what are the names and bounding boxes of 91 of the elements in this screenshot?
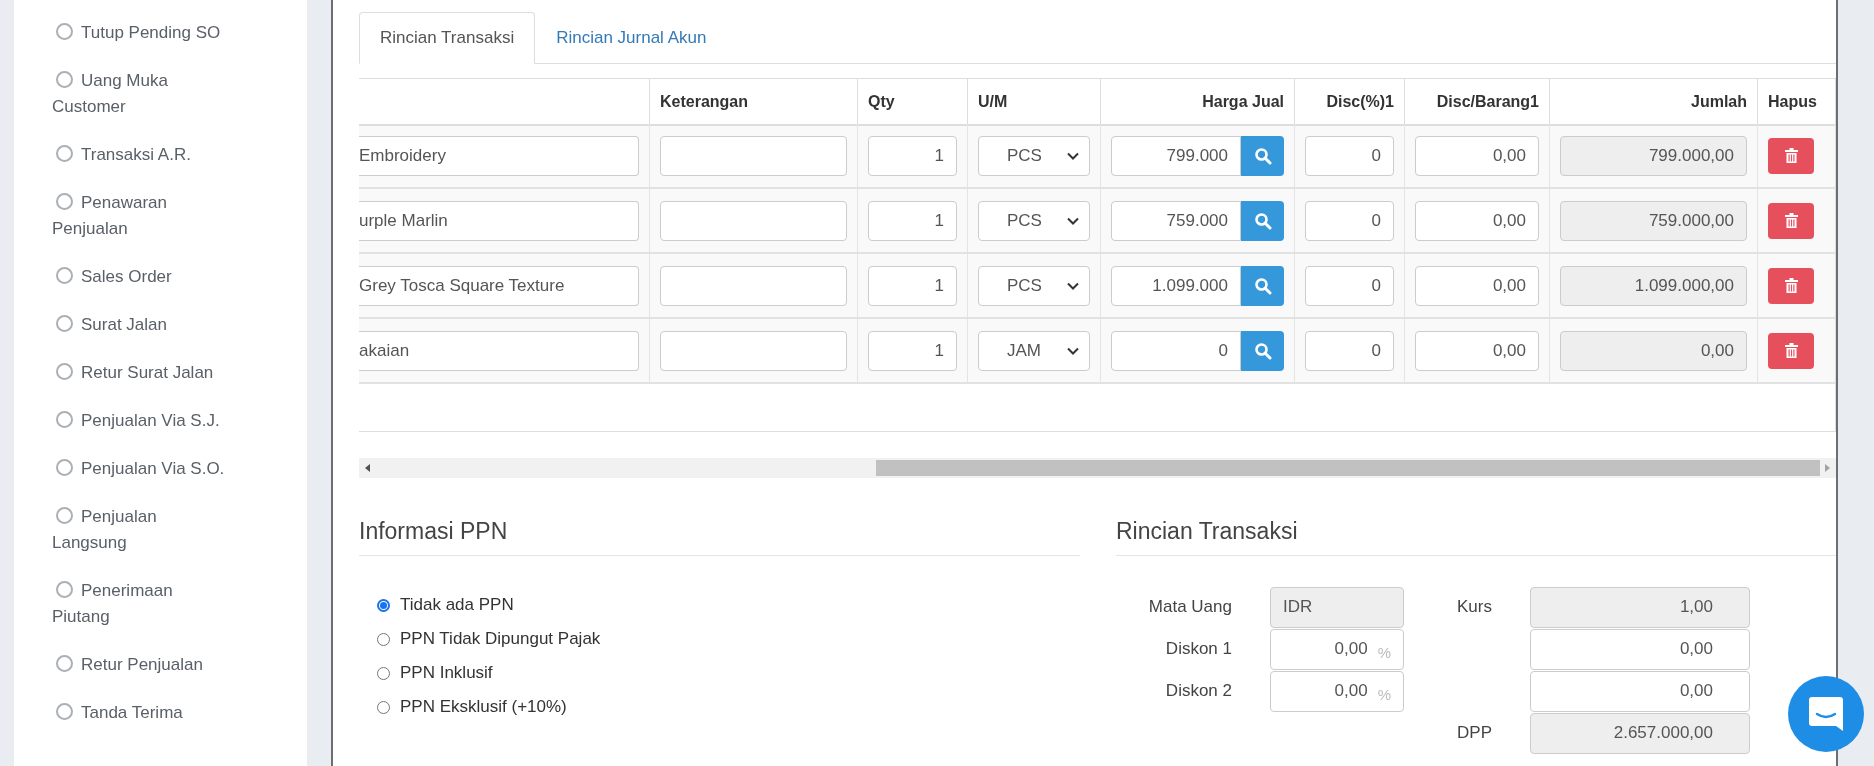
trash-icon [1784, 343, 1798, 358]
unit-dropdown[interactable]: PCS [978, 265, 1090, 306]
sidebar-item[interactable]: Penjualan Via S.J. [52, 408, 232, 434]
sidebar-item[interactable]: Penjualan Via S.O. [52, 456, 232, 482]
chevron-down-icon [1067, 216, 1079, 225]
sidebar-item[interactable]: Penjualan Langsung [52, 504, 232, 556]
amount-field: 799.000,00 [1560, 135, 1747, 176]
form-field: 2.657.000,00 [1530, 712, 1750, 754]
qty-field[interactable]: 1 [868, 265, 957, 306]
description-field[interactable] [660, 265, 847, 306]
trash-icon [1784, 148, 1798, 163]
chevron-down-icon [1067, 281, 1079, 290]
discount-item-field[interactable]: 0,00 [1415, 200, 1539, 241]
sidebar-item[interactable]: Sales Order [52, 264, 232, 290]
tab[interactable]: Rincian Jurnal Akun [535, 12, 728, 64]
delete-button[interactable] [1768, 202, 1814, 239]
search-icon [1253, 341, 1272, 360]
form-field[interactable]: 0,00 [1530, 628, 1750, 670]
price-field[interactable]: 799.000 [1111, 135, 1241, 176]
radio-button[interactable] [377, 632, 390, 646]
sidebar-item[interactable]: Penerimaan Piutang [52, 578, 232, 630]
unit-dropdown[interactable]: PCS [978, 200, 1090, 241]
sidebar-item[interactable]: Tanda Terima [52, 700, 232, 726]
section-title: Informasi PPN [359, 518, 1080, 556]
delete-button[interactable] [1768, 267, 1814, 304]
item-field[interactable]: Embroidery [359, 135, 639, 176]
trash-icon [1784, 278, 1798, 293]
search-button[interactable] [1241, 265, 1284, 306]
form-field: IDR [1270, 586, 1404, 628]
amount-field: 0,00 [1560, 330, 1747, 371]
delete-button[interactable] [1768, 332, 1814, 369]
search-icon [1253, 276, 1272, 295]
search-icon [1253, 146, 1272, 165]
radio-button[interactable] [377, 666, 390, 680]
radio-label: Tidak ada PPN [400, 594, 514, 616]
chevron-down-icon [1067, 346, 1079, 355]
unit-dropdown[interactable]: JAM [978, 330, 1090, 371]
discount-percent-field[interactable]: 0 [1305, 200, 1394, 241]
search-button[interactable] [1241, 200, 1284, 241]
sidebar-item[interactable]: Uang Muka Customer [52, 68, 232, 120]
price-field[interactable]: 0 [1111, 330, 1241, 371]
qty-field[interactable]: 1 [868, 135, 957, 176]
delete-button[interactable] [1768, 137, 1814, 174]
sidebar-item[interactable]: Transaksi A.R. [52, 142, 232, 168]
form-field: 1,00 [1530, 586, 1750, 628]
search-icon [1253, 211, 1272, 230]
search-button[interactable] [1241, 135, 1284, 176]
trash-icon [1784, 213, 1798, 228]
chat-icon [1806, 694, 1846, 734]
sidebar-item[interactable]: Retur Penjualan [52, 652, 232, 678]
description-field[interactable] [660, 135, 847, 176]
sidebar-item[interactable]: Retur Surat Jalan [52, 360, 232, 386]
radio-button[interactable] [377, 700, 390, 714]
item-field[interactable]: Grey Tosca Square Texture [359, 265, 639, 306]
radio-label: PPN Inklusif [400, 662, 493, 684]
horizontal-scrollbar[interactable] [359, 458, 1836, 478]
unit-dropdown[interactable]: PCS [978, 135, 1090, 176]
amount-field: 759.000,00 [1560, 200, 1747, 241]
discount-item-field[interactable]: 0,00 [1415, 330, 1539, 371]
field-label: Diskon 1 [1165, 639, 1232, 658]
sidebar-item[interactable]: Tutup Pending SO [52, 20, 232, 46]
item-field[interactable]: urple Marlin [359, 200, 639, 241]
qty-field[interactable]: 1 [868, 200, 957, 241]
search-button[interactable] [1241, 330, 1284, 371]
form-field[interactable]: 0,00 % [1270, 628, 1404, 670]
discount-percent-field[interactable]: 0 [1305, 135, 1394, 176]
sidebar-item[interactable]: Surat Jalan [52, 312, 232, 338]
description-field[interactable] [660, 330, 847, 371]
form-field[interactable]: 0,00 % [1270, 670, 1404, 712]
radio-button[interactable] [377, 598, 390, 612]
tab[interactable]: Rincian Transaksi [359, 12, 536, 64]
field-label: Kurs [1457, 597, 1492, 616]
discount-item-field[interactable]: 0,00 [1415, 135, 1539, 176]
radio-label: PPN Eksklusif (+10%) [400, 696, 567, 718]
amount-field: 1.099.000,00 [1560, 265, 1747, 306]
description-field[interactable] [660, 200, 847, 241]
discount-percent-field[interactable]: 0 [1305, 330, 1394, 371]
radio-label: PPN Tidak Dipungut Pajak [400, 628, 601, 650]
discount-percent-field[interactable]: 0 [1305, 265, 1394, 306]
field-label: Diskon 2 [1165, 681, 1232, 700]
sidebar-item[interactable]: Penawaran Penjualan [52, 190, 232, 242]
qty-field[interactable]: 1 [868, 330, 957, 371]
field-label: Mata Uang [1148, 597, 1232, 616]
section-title: Rincian Transaksi [1116, 518, 1836, 556]
discount-item-field[interactable]: 0,00 [1415, 265, 1539, 306]
price-field[interactable]: 1.099.000 [1111, 265, 1241, 306]
chevron-down-icon [1067, 151, 1079, 160]
field-label: DPP [1457, 723, 1492, 742]
form-field[interactable]: 0,00 [1530, 670, 1750, 712]
price-field[interactable]: 759.000 [1111, 200, 1241, 241]
item-field[interactable]: akaian [359, 330, 639, 371]
